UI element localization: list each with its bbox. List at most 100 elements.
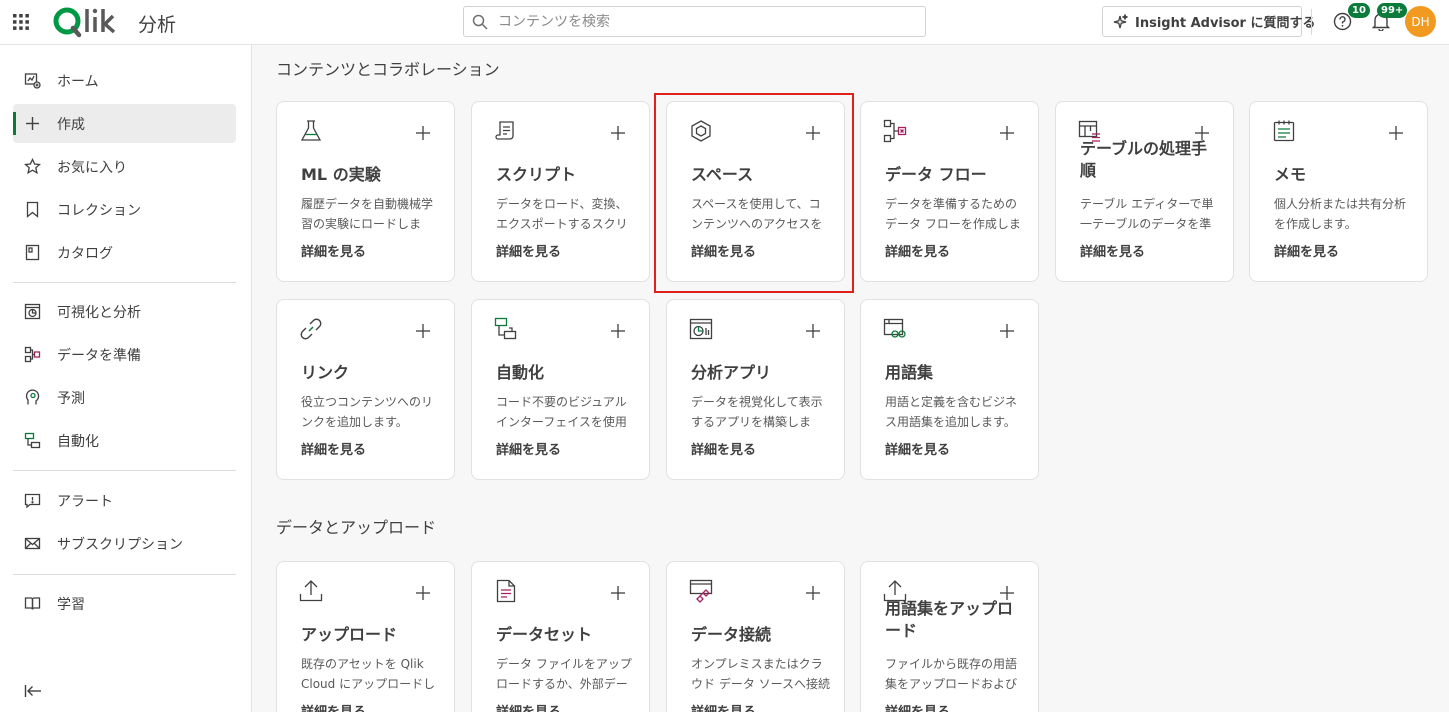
sidebar-item-alerts[interactable]: アラート <box>13 481 236 520</box>
sidebar-item-collections[interactable]: コレクション <box>13 190 236 229</box>
star-icon <box>24 158 41 175</box>
card-description: コード不要のビジュアルインターフェイスを使用します。 <box>496 395 627 429</box>
card-script[interactable]: スクリプト データをロード、変換、エクスポートするスクリプトを作成します。 詳細… <box>471 101 650 282</box>
add-plus-icon[interactable] <box>1389 126 1403 140</box>
learn-more-link[interactable]: 詳細を見る <box>301 241 366 260</box>
card-description: 用語と定義を含むビジネス用語集を追加します。 <box>885 395 1018 429</box>
app-launcher-icon[interactable] <box>12 13 30 31</box>
book-icon <box>24 595 41 612</box>
upload-icon <box>299 579 323 603</box>
automation-icon <box>24 432 41 449</box>
data-prep-icon <box>24 346 41 363</box>
card-title: 用語集 <box>885 363 934 382</box>
sidebar-item-prepare-data[interactable]: データを準備 <box>13 335 236 374</box>
add-plus-icon[interactable] <box>416 126 430 140</box>
sidebar-item-predict[interactable]: 予測 <box>13 378 236 417</box>
card-description: データを準備するためのデータ フローを作成します。 <box>885 197 1021 231</box>
sidebar-item-home[interactable]: ホーム <box>13 61 236 100</box>
card-title: 用語集をアップロード <box>885 599 1014 640</box>
collapse-sidebar-icon[interactable] <box>24 684 42 698</box>
sidebar-item-favorites[interactable]: お気に入り <box>13 147 236 186</box>
card-automation[interactable]: 自動化 コード不要のビジュアルインターフェイスを使用します。 詳細を見る <box>471 299 650 480</box>
learn-more-link[interactable]: 詳細を見る <box>496 701 561 712</box>
sidebar-item-label: 予測 <box>57 391 85 407</box>
card-note[interactable]: メモ 個人分析または共有分析を作成します。 詳細を見る <box>1249 101 1428 282</box>
learn-more-link[interactable]: 詳細を見る <box>1080 241 1145 260</box>
learn-more-link[interactable]: 詳細を見る <box>301 439 366 458</box>
section-title-content: コンテンツとコラボレーション <box>276 60 500 79</box>
learn-more-link[interactable]: 詳細を見る <box>691 439 756 458</box>
learn-more-link[interactable]: 詳細を見る <box>885 241 950 260</box>
learn-more-link[interactable]: 詳細を見る <box>691 701 756 712</box>
card-title: 分析アプリ <box>691 363 772 382</box>
sidebar-item-label: お気に入り <box>57 160 127 176</box>
qlik-logo[interactable] <box>52 4 120 40</box>
card-dataset[interactable]: データセット データ ファイルをアップロードするか、外部データを追加します。 詳… <box>471 561 650 712</box>
learn-more-link[interactable]: 詳細を見る <box>1274 241 1339 260</box>
card-title: メモ <box>1274 165 1307 184</box>
flask-icon <box>299 119 323 143</box>
insight-advisor-button[interactable]: Insight Advisor に質問する <box>1102 6 1316 37</box>
mail-icon <box>24 535 41 552</box>
card-title: 自動化 <box>496 363 545 382</box>
note-icon <box>1272 119 1296 143</box>
learn-more-link[interactable]: 詳細を見る <box>301 701 366 712</box>
catalog-icon <box>24 244 41 261</box>
dataset-icon <box>494 579 518 603</box>
card-data-flow[interactable]: データ フロー データを準備するためのデータ フローを作成します。 詳細を見る <box>860 101 1039 282</box>
card-analytics-app[interactable]: 分析アプリ データを視覚化して表示するアプリを構築します。 詳細を見る <box>666 299 845 480</box>
sidebar-divider <box>13 282 236 283</box>
search-input[interactable] <box>498 11 898 33</box>
card-description: ファイルから既存の用語集をアップロードおよびインポートします。 <box>885 657 1018 691</box>
learn-more-link[interactable]: 詳細を見る <box>885 439 950 458</box>
add-plus-icon[interactable] <box>1000 126 1014 140</box>
card-description: データ ファイルをアップロードするか、外部データを追加します。 <box>496 657 632 691</box>
sidebar-item-automation[interactable]: 自動化 <box>13 421 236 460</box>
learn-more-link[interactable]: 詳細を見る <box>496 439 561 458</box>
add-plus-icon[interactable] <box>611 126 625 140</box>
sidebar-item-label: ホーム <box>57 74 99 90</box>
add-plus-icon[interactable] <box>611 324 625 338</box>
add-plus-icon[interactable] <box>806 324 820 338</box>
add-plus-icon[interactable] <box>416 324 430 338</box>
notifications-count-badge: 99+ <box>1377 3 1408 18</box>
add-plus-icon[interactable] <box>806 586 820 600</box>
add-plus-icon[interactable] <box>416 586 430 600</box>
card-upload[interactable]: アップロード 既存のアセットを Qlik Cloud にアップロードします。 詳… <box>276 561 455 712</box>
sidebar-item-analytics[interactable]: 可視化と分析 <box>13 292 236 331</box>
home-icon <box>24 72 41 89</box>
card-glossary[interactable]: 用語集 用語と定義を含むビジネス用語集を追加します。 詳細を見る <box>860 299 1039 480</box>
sidebar-item-subscriptions[interactable]: サブスクリプション <box>13 524 236 563</box>
sidebar-item-label: 学習 <box>57 597 85 613</box>
add-plus-icon[interactable] <box>1000 324 1014 338</box>
learn-more-link[interactable]: 詳細を見る <box>496 241 561 260</box>
add-plus-icon[interactable] <box>611 586 625 600</box>
card-upload-glossary[interactable]: 用語集をアップロード ファイルから既存の用語集をアップロードおよびインポートしま… <box>860 561 1039 712</box>
card-table-recipe[interactable]: テーブルの処理手順 テーブル エディターで単一テーブルのデータを準備します。 詳… <box>1055 101 1234 282</box>
predict-icon <box>24 389 41 406</box>
card-data-connection[interactable]: データ接続 オンプレミスまたはクラウド データ ソースへ接続します。 詳細を見る <box>666 561 845 712</box>
card-ml-experiment[interactable]: ML の実験 履歴データを自動機械学習の実験にロードします。 詳細を見る <box>276 101 455 282</box>
bookmark-icon <box>24 201 41 218</box>
insight-advisor-label: Insight Advisor に質問する <box>1135 16 1316 31</box>
sidebar-item-catalog[interactable]: カタログ <box>13 233 236 272</box>
card-title: データ接続 <box>691 625 772 644</box>
user-avatar[interactable]: DH <box>1405 6 1436 37</box>
link-icon <box>299 317 323 341</box>
search-box[interactable] <box>463 6 926 37</box>
sidebar-item-create[interactable]: 作成 <box>13 104 236 143</box>
sparkle-icon <box>1111 13 1129 31</box>
sidebar-item-label: データを準備 <box>57 348 141 364</box>
learn-more-link[interactable]: 詳細を見る <box>885 701 950 712</box>
sidebar-divider <box>13 470 236 471</box>
card-title: スクリプト <box>496 165 577 184</box>
highlight-box <box>654 93 854 293</box>
sidebar: ホーム 作成 お気に入り コレクション カタログ 可視化と分析 データを準備 予… <box>0 45 252 712</box>
card-description: データをロード、変換、エクスポートするスクリプトを作成します。 <box>496 197 628 231</box>
glossary-icon <box>883 317 907 341</box>
sidebar-item-label: 可視化と分析 <box>57 305 141 321</box>
sidebar-item-learn[interactable]: 学習 <box>13 584 236 623</box>
card-link[interactable]: リンク 役立つコンテンツへのリンクを追加します。 詳細を見る <box>276 299 455 480</box>
card-title: データ フロー <box>885 165 987 184</box>
card-description: 役立つコンテンツへのリンクを追加します。 <box>301 395 434 429</box>
